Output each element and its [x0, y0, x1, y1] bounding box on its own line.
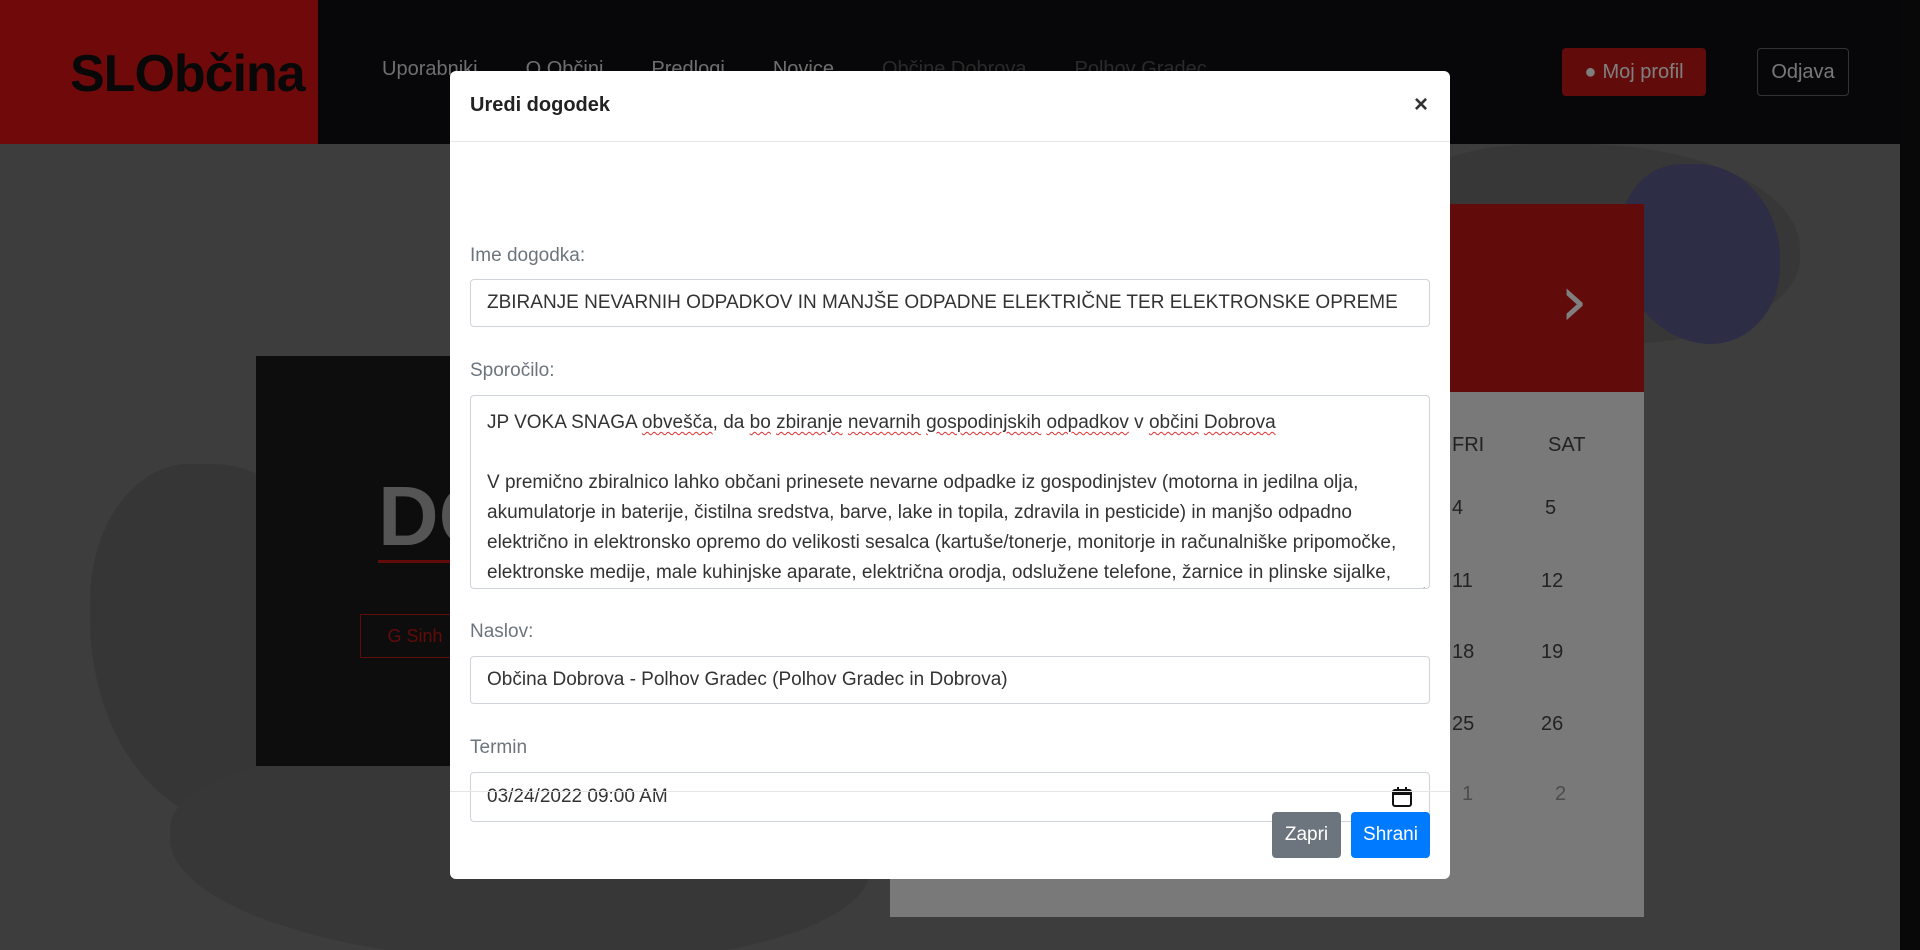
modal-header: Uredi dogodek × — [450, 71, 1450, 142]
edit-event-modal: Uredi dogodek × Ime dogodka: ZBIRANJE NE… — [450, 71, 1450, 879]
event-name-input[interactable]: ZBIRANJE NEVARNIH ODPADKOV IN MANJŠE ODP… — [470, 279, 1430, 327]
event-name-label: Ime dogodka: — [470, 245, 586, 266]
modal-title: Uredi dogodek — [470, 94, 611, 116]
modal-footer: Zapri Shrani — [450, 791, 1450, 880]
message-blank-line — [487, 438, 1413, 468]
message-label: Sporočilo: — [470, 360, 555, 381]
date-label: Termin — [470, 737, 528, 758]
address-input[interactable]: Občina Dobrova - Polhov Gradec (Polhov G… — [470, 656, 1430, 704]
message-textarea[interactable]: JP VOKA SNAGA obvešča, da bo zbiranje ne… — [470, 395, 1430, 589]
message-line: JP VOKA SNAGA obvešča, da bo zbiranje ne… — [487, 412, 1276, 433]
close-icon[interactable]: × — [1414, 91, 1428, 119]
address-label: Naslov: — [470, 621, 534, 642]
save-button[interactable]: Shrani — [1351, 812, 1430, 858]
resize-handle-icon[interactable]: ◢ — [1417, 576, 1427, 588]
message-paragraph: V premično zbiralnico lahko občani prine… — [487, 472, 1397, 583]
close-button[interactable]: Zapri — [1272, 812, 1341, 858]
